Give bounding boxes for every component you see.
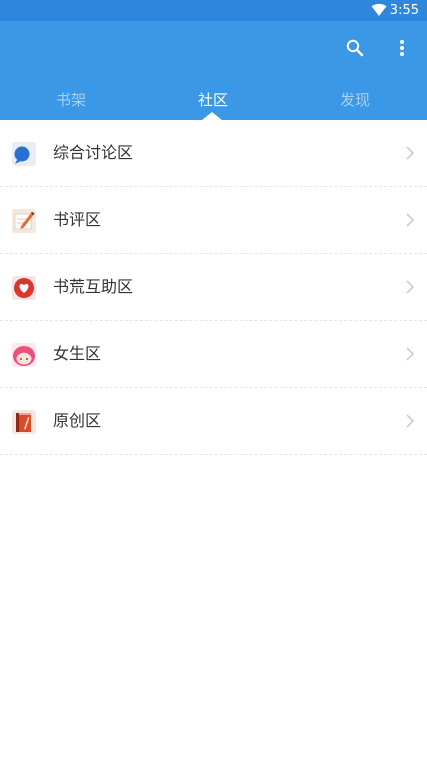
- status-time: 3:55: [389, 3, 419, 18]
- list-item-book-help[interactable]: 书荒互助区: [0, 254, 427, 321]
- tab-discover[interactable]: 发现: [284, 79, 426, 120]
- book-icon: [12, 410, 36, 434]
- list-item-original-works[interactable]: 原创区: [0, 388, 427, 455]
- chevron-right-icon: [406, 280, 415, 294]
- pencil-note-icon: [12, 209, 36, 233]
- status-bar: 3:55: [0, 0, 427, 21]
- wifi-icon: [371, 3, 387, 16]
- list-item-girls-section[interactable]: 女生区: [0, 321, 427, 388]
- chevron-right-icon: [406, 213, 415, 227]
- active-tab-indicator: [202, 112, 222, 120]
- list-item-label: 综合讨论区: [53, 143, 134, 162]
- app-bar: 书架 社区 发现: [0, 21, 427, 120]
- list-item-book-reviews[interactable]: 书评区: [0, 187, 427, 254]
- list-item-label: 书评区: [53, 210, 102, 229]
- list-item-label: 女生区: [53, 344, 102, 363]
- girl-face-icon: [12, 343, 36, 367]
- list-item-general-discussion[interactable]: 综合讨论区: [0, 120, 427, 187]
- chevron-right-icon: [406, 414, 415, 428]
- search-button[interactable]: [340, 33, 370, 63]
- list-item-label: 原创区: [53, 411, 102, 430]
- search-icon: [346, 39, 364, 57]
- chevron-right-icon: [406, 146, 415, 160]
- more-options-button[interactable]: [388, 33, 416, 63]
- chevron-right-icon: [406, 347, 415, 361]
- tab-bookshelf[interactable]: 书架: [0, 79, 142, 120]
- chat-bubble-icon: [12, 142, 36, 166]
- more-vertical-icon: [400, 40, 404, 56]
- community-list: 综合讨论区 书评区 书荒互助区 女生区 原创区: [0, 120, 427, 455]
- heart-icon: [12, 276, 36, 300]
- list-item-label: 书荒互助区: [53, 277, 134, 296]
